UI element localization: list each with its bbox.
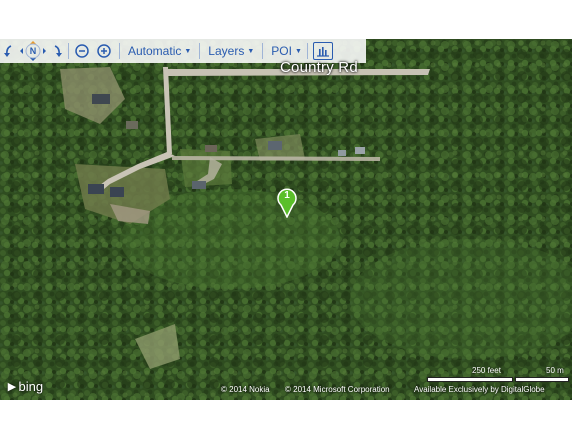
location-pin[interactable]: 1 bbox=[276, 188, 298, 218]
zoom-out-button[interactable] bbox=[73, 42, 91, 60]
poi-label: POI bbox=[271, 44, 292, 58]
compass-button[interactable]: N bbox=[16, 40, 50, 62]
map-viewport[interactable] bbox=[0, 39, 580, 400]
layers-label: Layers bbox=[208, 44, 245, 58]
rotate-left-button[interactable] bbox=[2, 40, 16, 62]
compass-north-label: N bbox=[29, 46, 37, 56]
zoom-in-icon bbox=[97, 44, 111, 58]
bar-chart-button[interactable] bbox=[312, 42, 333, 60]
bing-logo-text: bing bbox=[18, 378, 44, 394]
scale-bar-meters bbox=[515, 377, 569, 382]
toolbar-divider bbox=[119, 43, 120, 59]
map-style-label: Automatic bbox=[128, 44, 182, 58]
pin-number: 1 bbox=[284, 190, 290, 201]
bing-logo-icon: ▸ bbox=[8, 378, 16, 395]
toolbar-divider bbox=[68, 43, 69, 59]
layers-dropdown[interactable]: Layers ▼ bbox=[206, 40, 256, 62]
zoom-in-button[interactable] bbox=[95, 42, 113, 60]
bing-logo: ▸ bing bbox=[8, 377, 43, 395]
scale-meters-label: 50 m bbox=[546, 366, 564, 375]
aerial-imagery bbox=[0, 39, 580, 400]
rotate-right-button[interactable] bbox=[50, 40, 64, 62]
chevron-down-icon: ▼ bbox=[247, 47, 255, 55]
scale-feet-label: 250 feet bbox=[472, 366, 501, 375]
copyright-microsoft: © 2014 Microsoft Corporation bbox=[285, 385, 390, 394]
toolbar-divider bbox=[306, 43, 308, 59]
bar-chart-icon bbox=[316, 47, 329, 57]
road-label: Country Rd bbox=[280, 59, 358, 76]
toolbar-divider bbox=[262, 43, 264, 59]
rotate-left-icon bbox=[4, 45, 12, 57]
chevron-down-icon: ▼ bbox=[184, 47, 192, 55]
imagery-credit: Available Exclusively by DigitalGlobe bbox=[414, 385, 545, 394]
zoom-out-icon bbox=[75, 44, 89, 58]
rotate-right-icon bbox=[54, 45, 62, 57]
toolbar-divider bbox=[199, 43, 201, 59]
chevron-down-icon: ▼ bbox=[294, 47, 302, 55]
map-style-dropdown[interactable]: Automatic ▼ bbox=[126, 40, 193, 62]
scale-bar-feet bbox=[427, 377, 513, 382]
scale-bar: 250 feet 50 m bbox=[427, 366, 570, 386]
copyright-nokia: © 2014 Nokia bbox=[221, 385, 270, 394]
